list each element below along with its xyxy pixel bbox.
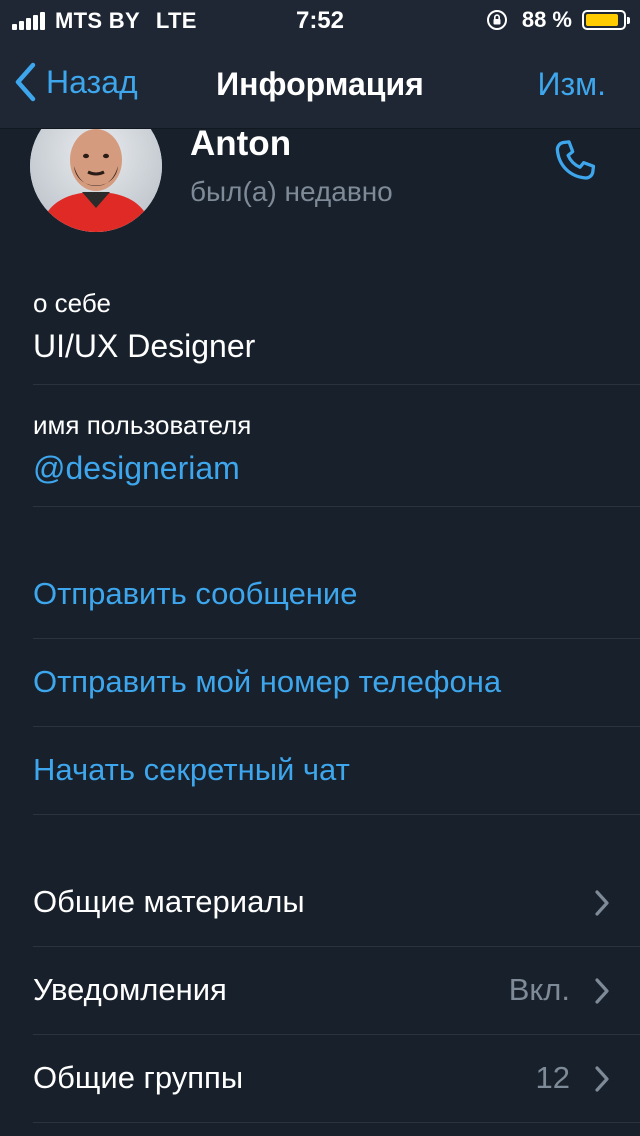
username-link[interactable]: @designeriam — [33, 450, 240, 487]
back-label: Назад — [46, 63, 138, 100]
contact-name: Anton — [190, 124, 292, 163]
about-value: UI/UX Designer — [33, 328, 256, 364]
contact-info-screen: MTS BY LTE 7:52 88 % Назад Информация Из… — [0, 0, 640, 1136]
divider — [33, 726, 640, 727]
username-label: имя пользователя — [33, 410, 252, 440]
chevron-right-icon — [595, 1066, 609, 1092]
status-bar: MTS BY LTE 7:52 88 % — [0, 0, 640, 40]
rotation-lock-icon — [486, 10, 507, 30]
top-bar: MTS BY LTE 7:52 88 % Назад Информация Из… — [0, 0, 640, 129]
share-phone-number-button[interactable]: Отправить мой номер телефона — [33, 664, 501, 700]
shared-media-row[interactable]: Общие материалы — [33, 884, 305, 920]
common-groups-row[interactable]: Общие группы — [33, 1060, 243, 1096]
divider — [33, 1034, 640, 1035]
divider — [33, 1122, 640, 1123]
chevron-right-icon — [595, 978, 609, 1004]
divider — [33, 384, 640, 385]
divider — [33, 946, 640, 947]
notifications-value: Вкл. — [508, 972, 570, 1007]
battery-percent: 88 % — [521, 7, 572, 32]
divider — [33, 506, 640, 507]
notifications-row[interactable]: Уведомления — [33, 972, 227, 1008]
start-secret-chat-button[interactable]: Начать секретный чат — [33, 752, 350, 788]
about-label: о себе — [33, 288, 111, 318]
common-groups-count: 12 — [535, 1060, 570, 1095]
divider — [33, 814, 640, 815]
status-right: 88 % — [486, 7, 630, 33]
navigation-bar: Назад Информация Изм. — [0, 40, 640, 128]
back-button[interactable]: Назад — [14, 62, 138, 102]
battery-icon — [582, 10, 630, 30]
send-message-button[interactable]: Отправить сообщение — [33, 576, 358, 612]
divider — [33, 638, 640, 639]
last-seen-status: был(а) недавно — [190, 176, 393, 207]
battery-fill — [586, 14, 618, 26]
edit-button[interactable]: Изм. — [537, 66, 606, 103]
phone-call-icon[interactable] — [548, 136, 604, 192]
chevron-right-icon — [595, 890, 609, 916]
chevron-left-icon — [15, 62, 36, 102]
